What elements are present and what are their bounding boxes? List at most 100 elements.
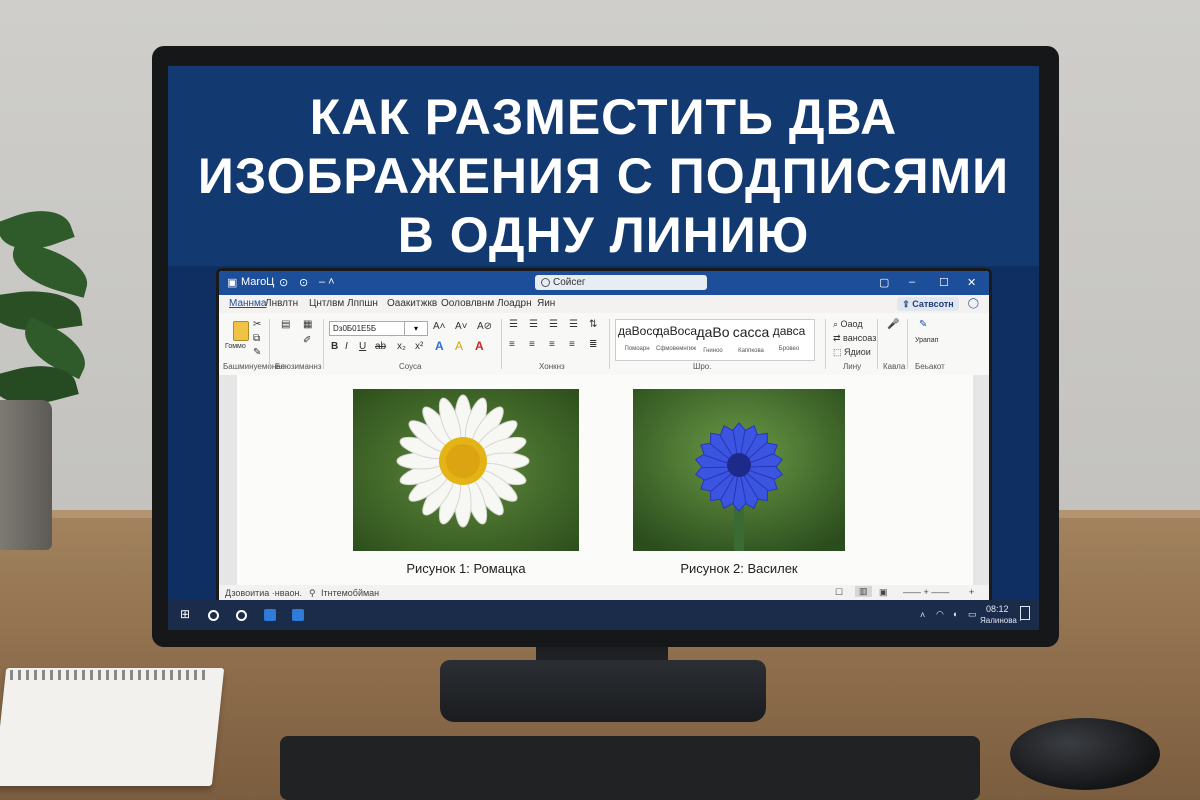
battery-icon[interactable]: ▭ — [968, 609, 977, 620]
cut-icon[interactable]: ✂ — [253, 319, 261, 330]
draw-icon[interactable]: ✐ — [303, 335, 311, 346]
caption-right: Рисунок 2: Василек — [680, 561, 798, 576]
format-painter-icon[interactable]: ✎ — [253, 347, 261, 358]
select-button[interactable]: ⬚ Ядиои — [833, 347, 871, 358]
line-spacing-icon[interactable]: ≣ — [589, 339, 597, 350]
tab-mailings[interactable]: Ооловлвнм — [441, 298, 494, 309]
headline: КАК РАЗМЕСТИТЬ ДВА ИЗОБРАЖЕНИЯ С ПОДПИСЯ… — [168, 88, 1039, 265]
style-heading-2[interactable]: сасса Каппкова — [732, 324, 770, 354]
superscript-button[interactable]: x² — [415, 341, 423, 352]
page-count-status[interactable]: Дзовоитиа ·нваон. — [225, 588, 302, 598]
tab-view[interactable]: Яин — [537, 298, 555, 309]
chevron-up-icon[interactable]: ˄ — [920, 610, 925, 620]
editing-group-label: Лину — [843, 362, 862, 371]
subscript-button[interactable]: x₂ — [397, 341, 406, 352]
accessibility-icon[interactable]: ⚲ — [309, 588, 316, 599]
tab-insert[interactable]: Лнвлтн — [265, 298, 298, 309]
edge-taskbar-icon[interactable] — [292, 609, 304, 621]
align-right-icon[interactable]: ≡ — [549, 339, 555, 350]
title-banner: КАК РАЗМЕСТИТЬ ДВА ИЗОБРАЖЕНИЯ С ПОДПИСЯ… — [168, 66, 1039, 266]
styles-gallery: даBoco Помоарн даBoca Сфмовемнгиж даВо Г… — [615, 319, 815, 361]
zoom-slider[interactable]: —— + —— — [903, 587, 949, 597]
title-bar: ▣ МаrоЦ ⊙ ⊙ – ˄ Сойсег ▢ – ☐ ✕ — [219, 271, 989, 295]
tab-design[interactable]: Цнтлвм — [309, 298, 344, 309]
align-center-icon[interactable]: ≡ — [529, 339, 535, 350]
paragraph-group-label: Хонкнз — [539, 362, 565, 371]
bold-button[interactable]: B — [331, 341, 338, 352]
zoom-in-icon[interactable]: + — [969, 587, 974, 597]
notifications-icon[interactable] — [1020, 606, 1030, 620]
numbering-icon[interactable]: ☰ — [529, 319, 538, 330]
editor-group-label-2: Беьакот — [915, 362, 945, 371]
text-effects-icon[interactable]: A — [435, 339, 444, 353]
share-button[interactable]: ⇪ Сатвсотн — [897, 297, 959, 311]
monitor-base — [440, 660, 766, 722]
maximize-icon[interactable]: ☐ — [939, 276, 949, 289]
focus-icon[interactable]: ☐ — [835, 587, 843, 598]
editor-icon[interactable]: ✎ — [919, 319, 927, 330]
tab-home[interactable]: Маннма — [229, 298, 267, 309]
windows-start-icon[interactable]: ⊞ — [180, 607, 192, 621]
word-window: ▣ МаrоЦ ⊙ ⊙ – ˄ Сойсег ▢ – ☐ ✕ Маннма Лн… — [216, 268, 992, 606]
document-page[interactable]: Рисунок 1: Ромацка Рисунок 2: Василек — [237, 375, 973, 585]
sort-icon[interactable]: ⇅ — [589, 319, 597, 330]
ribbon: Гоммо ✂ ⧉ ✎ Башминуемонее ▤ ▦ ✐ Блюзиман… — [219, 313, 989, 376]
tab-review[interactable]: Лоадрн — [497, 298, 532, 309]
daisy-image[interactable] — [353, 389, 579, 551]
multilevel-icon[interactable]: ☰ — [549, 319, 558, 330]
highlight-icon[interactable]: A — [455, 339, 463, 353]
headline-line-2: ИЗОБРАЖЕНИЯ С ПОДПИСЯМИ — [197, 148, 1010, 204]
dictate-icon[interactable]: 🎤 — [887, 319, 899, 330]
shrink-font-icon[interactable]: A˅ — [455, 321, 468, 332]
italic-button[interactable]: I — [345, 341, 348, 352]
word-logo-icon[interactable]: ▣ — [227, 276, 237, 289]
font-name-select[interactable]: Dз0Б01Е5Б — [329, 321, 406, 336]
comments-icon[interactable]: ◯ — [968, 298, 979, 309]
bullets-icon[interactable]: ☰ — [509, 319, 518, 330]
word-taskbar-icon[interactable] — [264, 609, 276, 621]
font-size-select[interactable]: ▾ — [404, 321, 428, 336]
justify-icon[interactable]: ≡ — [569, 339, 575, 350]
volume-icon[interactable]: ◖ — [952, 609, 957, 619]
cornflower-image[interactable] — [633, 389, 845, 551]
task-view-icon[interactable] — [236, 610, 247, 621]
document-icon[interactable]: ▤ — [281, 319, 290, 330]
style-normal[interactable]: даBoco Помоарн — [618, 324, 659, 352]
paste-icon[interactable] — [233, 321, 249, 341]
layout-icon[interactable]: ▦ — [303, 319, 312, 330]
clock-date[interactable]: Яалинова · — [980, 616, 1022, 625]
search-icon — [541, 278, 550, 287]
replace-button[interactable]: ⇄ вансоаз — [833, 333, 876, 344]
quick-access-icon[interactable]: – ˄ — [319, 276, 335, 288]
print-layout-icon[interactable]: ▥ — [855, 586, 872, 597]
style-title[interactable]: давса Бровео — [770, 324, 808, 352]
undo-icon[interactable]: ⊙ — [299, 276, 308, 289]
tab-layout[interactable]: Лппшн — [347, 298, 378, 309]
close-icon[interactable]: ✕ — [967, 276, 976, 289]
font-color-icon[interactable]: A — [475, 339, 484, 353]
style-heading-1[interactable]: даВо Гниноо — [694, 324, 732, 354]
clear-format-icon[interactable]: A⊘ — [477, 321, 492, 332]
ribbon-display-icon[interactable]: ▢ — [879, 276, 889, 289]
align-left-icon[interactable]: ≡ — [509, 339, 515, 350]
style-no-spacing[interactable]: даBoca Сфмовемнгиж — [656, 324, 697, 352]
wifi-icon[interactable]: ◠ — [936, 609, 944, 620]
underline-button[interactable]: U — [359, 341, 366, 352]
app-name: МаrоЦ — [241, 276, 275, 288]
accessibility-status[interactable]: Ітнтемобйман — [321, 588, 379, 598]
voice-group-label: Кавла — [883, 362, 906, 371]
copy-icon[interactable]: ⧉ — [253, 333, 260, 344]
clock-time[interactable]: 08:12 — [986, 604, 1009, 614]
web-layout-icon[interactable]: ▣ — [879, 587, 888, 598]
minimize-icon[interactable]: – — [909, 276, 915, 288]
tab-references[interactable]: Оаакитжкв — [387, 298, 437, 309]
search-taskbar-icon[interactable] — [208, 610, 219, 621]
strikethrough-button[interactable]: ab — [375, 341, 386, 352]
indent-icon[interactable]: ☰ — [569, 319, 578, 330]
grow-font-icon[interactable]: A˄ — [433, 321, 446, 332]
autosave-icon[interactable]: ⊙ — [279, 276, 288, 289]
ribbon-tabs: Маннма Лнвлтн Цнтлвм Лппшн Оаакитжкв Оол… — [219, 295, 989, 313]
find-button[interactable]: ⌕ Оаод — [833, 319, 863, 330]
search-input[interactable]: Сойсег — [535, 275, 707, 290]
notebook — [0, 668, 225, 786]
